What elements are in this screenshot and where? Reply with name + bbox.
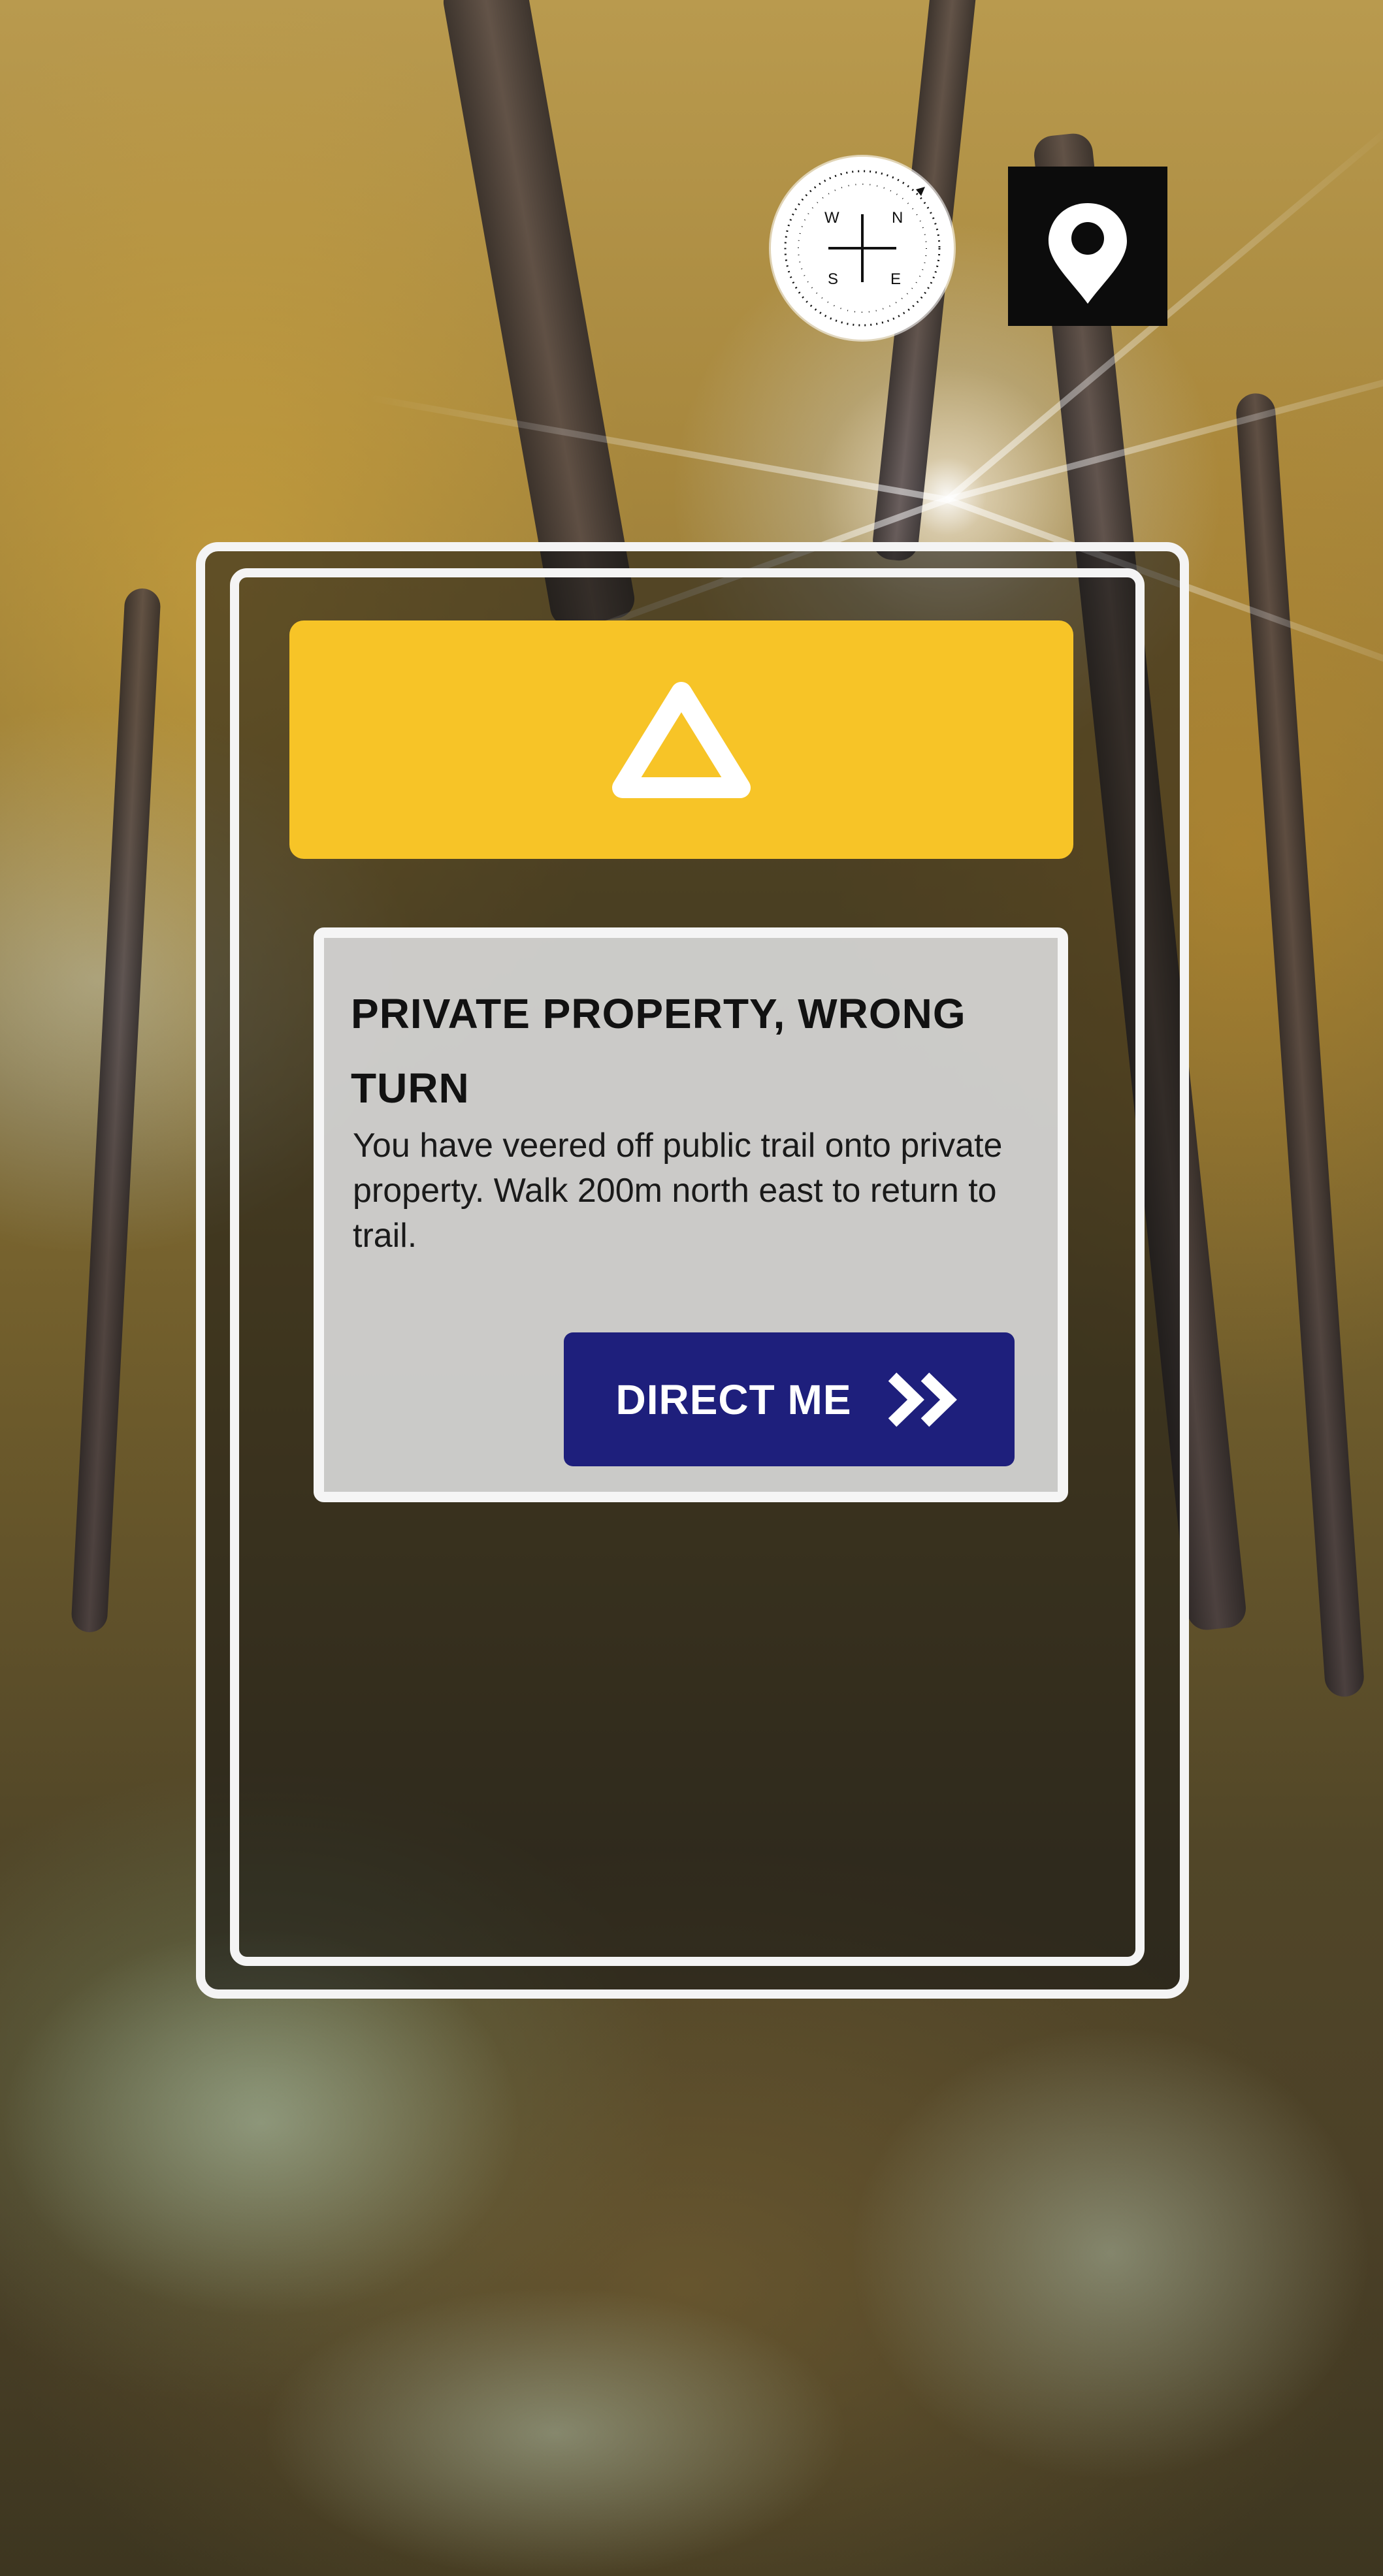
app-screen: N E S W PRIVATE PROPERTY, WRONG TURN You…	[0, 0, 1383, 2576]
location-button[interactable]	[1008, 167, 1167, 326]
compass-dir-w: W	[824, 209, 839, 227]
tree-trunk	[71, 587, 161, 1634]
compass-icon	[784, 170, 941, 327]
sun-ray	[946, 344, 1383, 503]
direct-me-button[interactable]: DIRECT ME	[564, 1332, 1015, 1466]
double-chevron-right-icon	[888, 1372, 957, 1426]
compass-dir-e: E	[890, 270, 902, 288]
direct-me-label: DIRECT ME	[615, 1376, 852, 1423]
compass-button[interactable]: N E S W	[771, 157, 954, 340]
alert-banner	[289, 620, 1073, 859]
alert-body: You have veered off public trail onto pr…	[353, 1127, 1003, 1255]
tree-trunk	[440, 0, 638, 630]
map-pin-icon	[1049, 203, 1127, 304]
sun-ray	[367, 394, 948, 503]
compass-dir-s: S	[828, 270, 839, 288]
fern-foliage	[261, 2286, 849, 2576]
warning-triangle-icon	[612, 681, 751, 798]
alert-title: PRIVATE PROPERTY, WRONG TURN	[351, 990, 966, 1112]
compass-dir-n: N	[892, 209, 903, 227]
tree-trunk	[1235, 392, 1365, 1698]
fern-foliage	[849, 2025, 1372, 2482]
